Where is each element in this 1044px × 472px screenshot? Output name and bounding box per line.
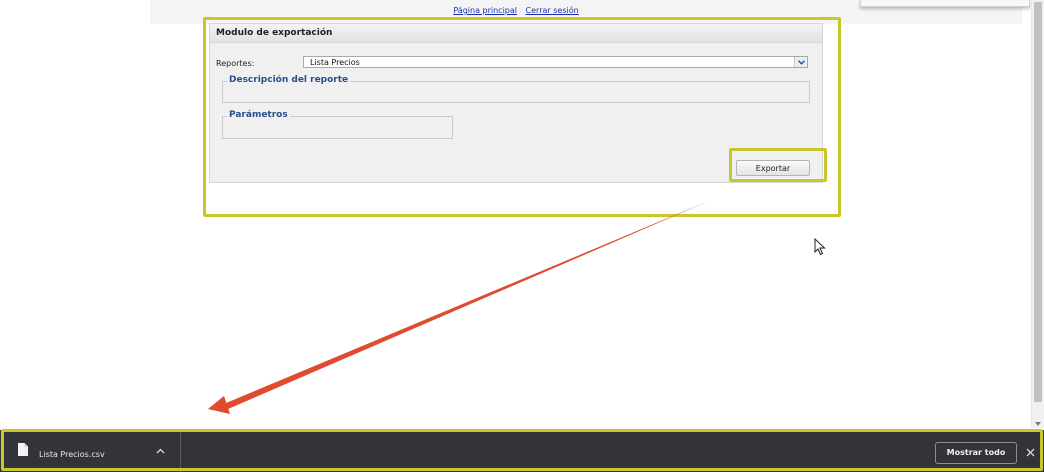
download-bar-highlight: [1, 429, 1043, 471]
annotation-arrow: [208, 200, 711, 414]
